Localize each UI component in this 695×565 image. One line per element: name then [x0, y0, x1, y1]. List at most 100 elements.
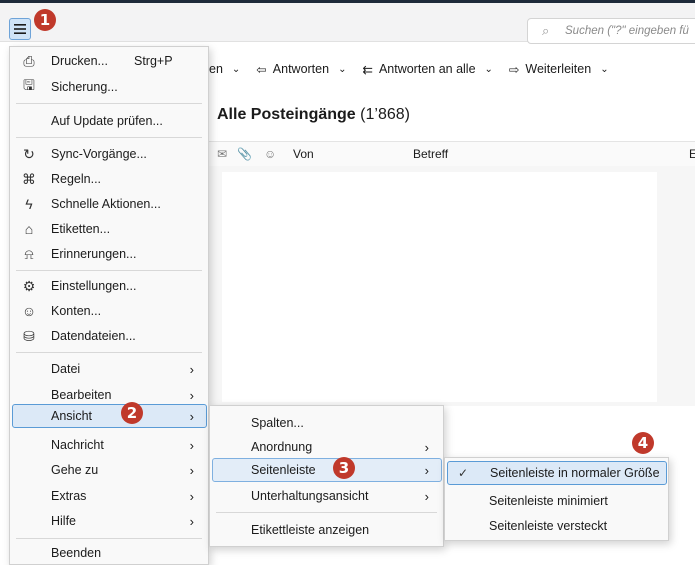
step-badge-3: 3	[333, 457, 355, 479]
sidebar-submenu: ✓ Seitenleiste in normaler Größe Seitenl…	[444, 457, 669, 541]
menu-item-data-files[interactable]: ⛁ Datendateien...	[10, 324, 208, 348]
menu-item-settings[interactable]: ⚙ Einstellungen...	[10, 274, 208, 298]
chevron-right-icon: ›	[189, 488, 194, 504]
column-from[interactable]: Von	[293, 147, 314, 161]
menu-item-conversation-view[interactable]: Unterhaltungsansicht ›	[210, 484, 443, 508]
chevron-right-icon: ›	[189, 437, 194, 453]
step-badge-4: 4	[632, 432, 654, 454]
forward-button[interactable]: ⇨ Weiterleiten ⌄	[509, 62, 609, 77]
menu-label: Sicherung...	[51, 80, 118, 94]
checkmark-icon: ✓	[457, 466, 469, 480]
menu-label: Sync-Vorgänge...	[51, 147, 147, 161]
chevron-right-icon: ›	[189, 408, 194, 424]
menu-label: Ansicht	[51, 409, 92, 423]
reply-all-button[interactable]: ⇇ Antworten an alle ⌄	[362, 62, 492, 77]
menu-item-sidebar[interactable]: Seitenleiste ›	[212, 458, 442, 482]
chevron-right-icon: ›	[424, 462, 429, 478]
menu-item-print[interactable]: ⎙ Drucken... Strg+P	[10, 49, 208, 73]
menu-label: Beenden	[51, 546, 102, 560]
bell-icon: ⍾	[24, 245, 34, 262]
menu-item-view[interactable]: Ansicht ›	[12, 404, 207, 428]
menu-label: Drucken...	[51, 54, 108, 68]
menu-item-arrangement[interactable]: Anordnung ›	[210, 435, 443, 459]
chevron-right-icon: ›	[189, 387, 194, 403]
search-input[interactable]: ⌕ Suchen ("?" eingeben fü	[527, 18, 695, 44]
menu-label: Extras	[51, 489, 87, 503]
message-toolbar: en ⌄ ⇦ Antworten ⌄ ⇇ Antworten an alle ⌄…	[209, 55, 625, 83]
menu-separator	[16, 538, 202, 539]
column-subject[interactable]: Betreff	[413, 147, 448, 161]
menu-item-sync[interactable]: ↻ Sync-Vorgänge...	[10, 142, 208, 166]
folder-name: Alle Posteingänge	[217, 106, 356, 123]
menu-item-accounts[interactable]: ☺ Konten...	[10, 299, 208, 323]
menu-label: Seitenleiste	[251, 463, 316, 477]
menu-label: Spalten...	[251, 416, 304, 430]
lightning-icon: ϟ	[25, 196, 33, 212]
attachment-column-icon[interactable]: 📎	[237, 147, 252, 161]
main-menu-button[interactable]	[9, 18, 31, 40]
menu-item-sidebar-normal[interactable]: ✓ Seitenleiste in normaler Größe	[447, 461, 667, 485]
sync-icon: ↻	[23, 145, 35, 162]
step-badge-1: 1	[34, 9, 56, 31]
partial-toolbar-label: en	[209, 62, 223, 76]
menu-item-reminders[interactable]: ⍾ Erinnerungen...	[10, 242, 208, 266]
menu-label: Einstellungen...	[51, 279, 137, 293]
chevron-right-icon: ›	[189, 513, 194, 529]
menu-item-rules[interactable]: ⌘ Regeln...	[10, 167, 208, 191]
menu-label: Auf Update prüfen...	[51, 114, 163, 128]
folder-title: Alle Posteingänge (1’868)	[217, 106, 410, 124]
menu-label: Konten...	[51, 304, 102, 318]
view-submenu: Spalten... Anordnung › Seitenleiste › Un…	[209, 405, 444, 547]
forward-icon: ⇨	[508, 62, 520, 77]
menu-separator	[16, 270, 202, 271]
reply-all-label: Antworten an alle	[378, 62, 476, 76]
menu-label: Hilfe	[51, 514, 77, 528]
menu-item-sidebar-hidden[interactable]: Seitenleiste versteckt	[445, 514, 668, 538]
menu-item-check-update[interactable]: Auf Update prüfen...	[10, 109, 208, 133]
menu-label: Anordnung	[251, 440, 313, 454]
menu-label: Etiketten...	[51, 222, 111, 236]
menu-label: Seitenleiste versteckt	[489, 519, 608, 533]
chevron-right-icon: ›	[424, 488, 429, 504]
reply-button[interactable]: ⇦ Antworten ⌄	[256, 62, 346, 77]
menu-label: Schnelle Aktionen...	[51, 197, 161, 211]
message-list-blank	[222, 172, 657, 402]
menu-item-labels[interactable]: ⌂ Etiketten...	[10, 217, 208, 241]
account-icon: ☺	[21, 303, 37, 319]
message-list-header: ✉ 📎 ☺ Von Betreff E	[209, 141, 695, 167]
search-placeholder: Suchen ("?" eingeben fü	[565, 25, 689, 37]
menu-label: Seitenleiste minimiert	[489, 494, 608, 508]
menu-label: Seitenleiste in normaler Größe	[490, 466, 660, 480]
chevron-down-icon: ⌄	[484, 63, 493, 75]
menu-label: Etikettleiste anzeigen	[251, 523, 370, 537]
chevron-down-icon: ⌄	[338, 63, 347, 75]
unread-column-icon[interactable]: ✉	[217, 147, 227, 161]
menu-item-goto[interactable]: Gehe zu ›	[10, 458, 208, 482]
database-icon: ⛁	[23, 327, 35, 344]
hamburger-icon	[14, 24, 26, 34]
menu-item-help[interactable]: Hilfe ›	[10, 509, 208, 533]
printer-icon: ⎙	[23, 52, 35, 69]
menu-item-show-labelbar[interactable]: Etikettleiste anzeigen	[210, 518, 443, 542]
menu-item-message[interactable]: Nachricht ›	[10, 433, 208, 457]
menu-item-quick-actions[interactable]: ϟ Schnelle Aktionen...	[10, 192, 208, 216]
partial-toolbar-button[interactable]: en ⌄	[209, 62, 240, 76]
menu-item-file[interactable]: Datei ›	[10, 357, 208, 381]
gear-icon: ⚙	[22, 277, 36, 294]
menu-item-backup[interactable]: 🖫 Sicherung...	[10, 75, 208, 99]
folder-count: (1’868)	[360, 106, 410, 123]
menu-item-quit[interactable]: Beenden	[10, 541, 208, 565]
menu-label: Unterhaltungsansicht	[251, 489, 369, 503]
menu-separator	[16, 352, 202, 353]
tag-icon: ⌂	[24, 221, 34, 237]
column-extra[interactable]: E	[689, 147, 695, 161]
menu-item-extras[interactable]: Extras ›	[10, 484, 208, 508]
contact-column-icon[interactable]: ☺	[264, 147, 276, 161]
step-badge-2: 2	[121, 402, 143, 424]
menu-label: Nachricht	[51, 438, 104, 452]
rules-icon: ⌘	[22, 170, 36, 187]
menu-item-columns[interactable]: Spalten...	[210, 411, 443, 435]
chevron-right-icon: ›	[424, 439, 429, 455]
main-menu: ⎙ Drucken... Strg+P 🖫 Sicherung... Auf U…	[9, 46, 209, 565]
menu-item-sidebar-minimized[interactable]: Seitenleiste minimiert	[445, 489, 668, 513]
